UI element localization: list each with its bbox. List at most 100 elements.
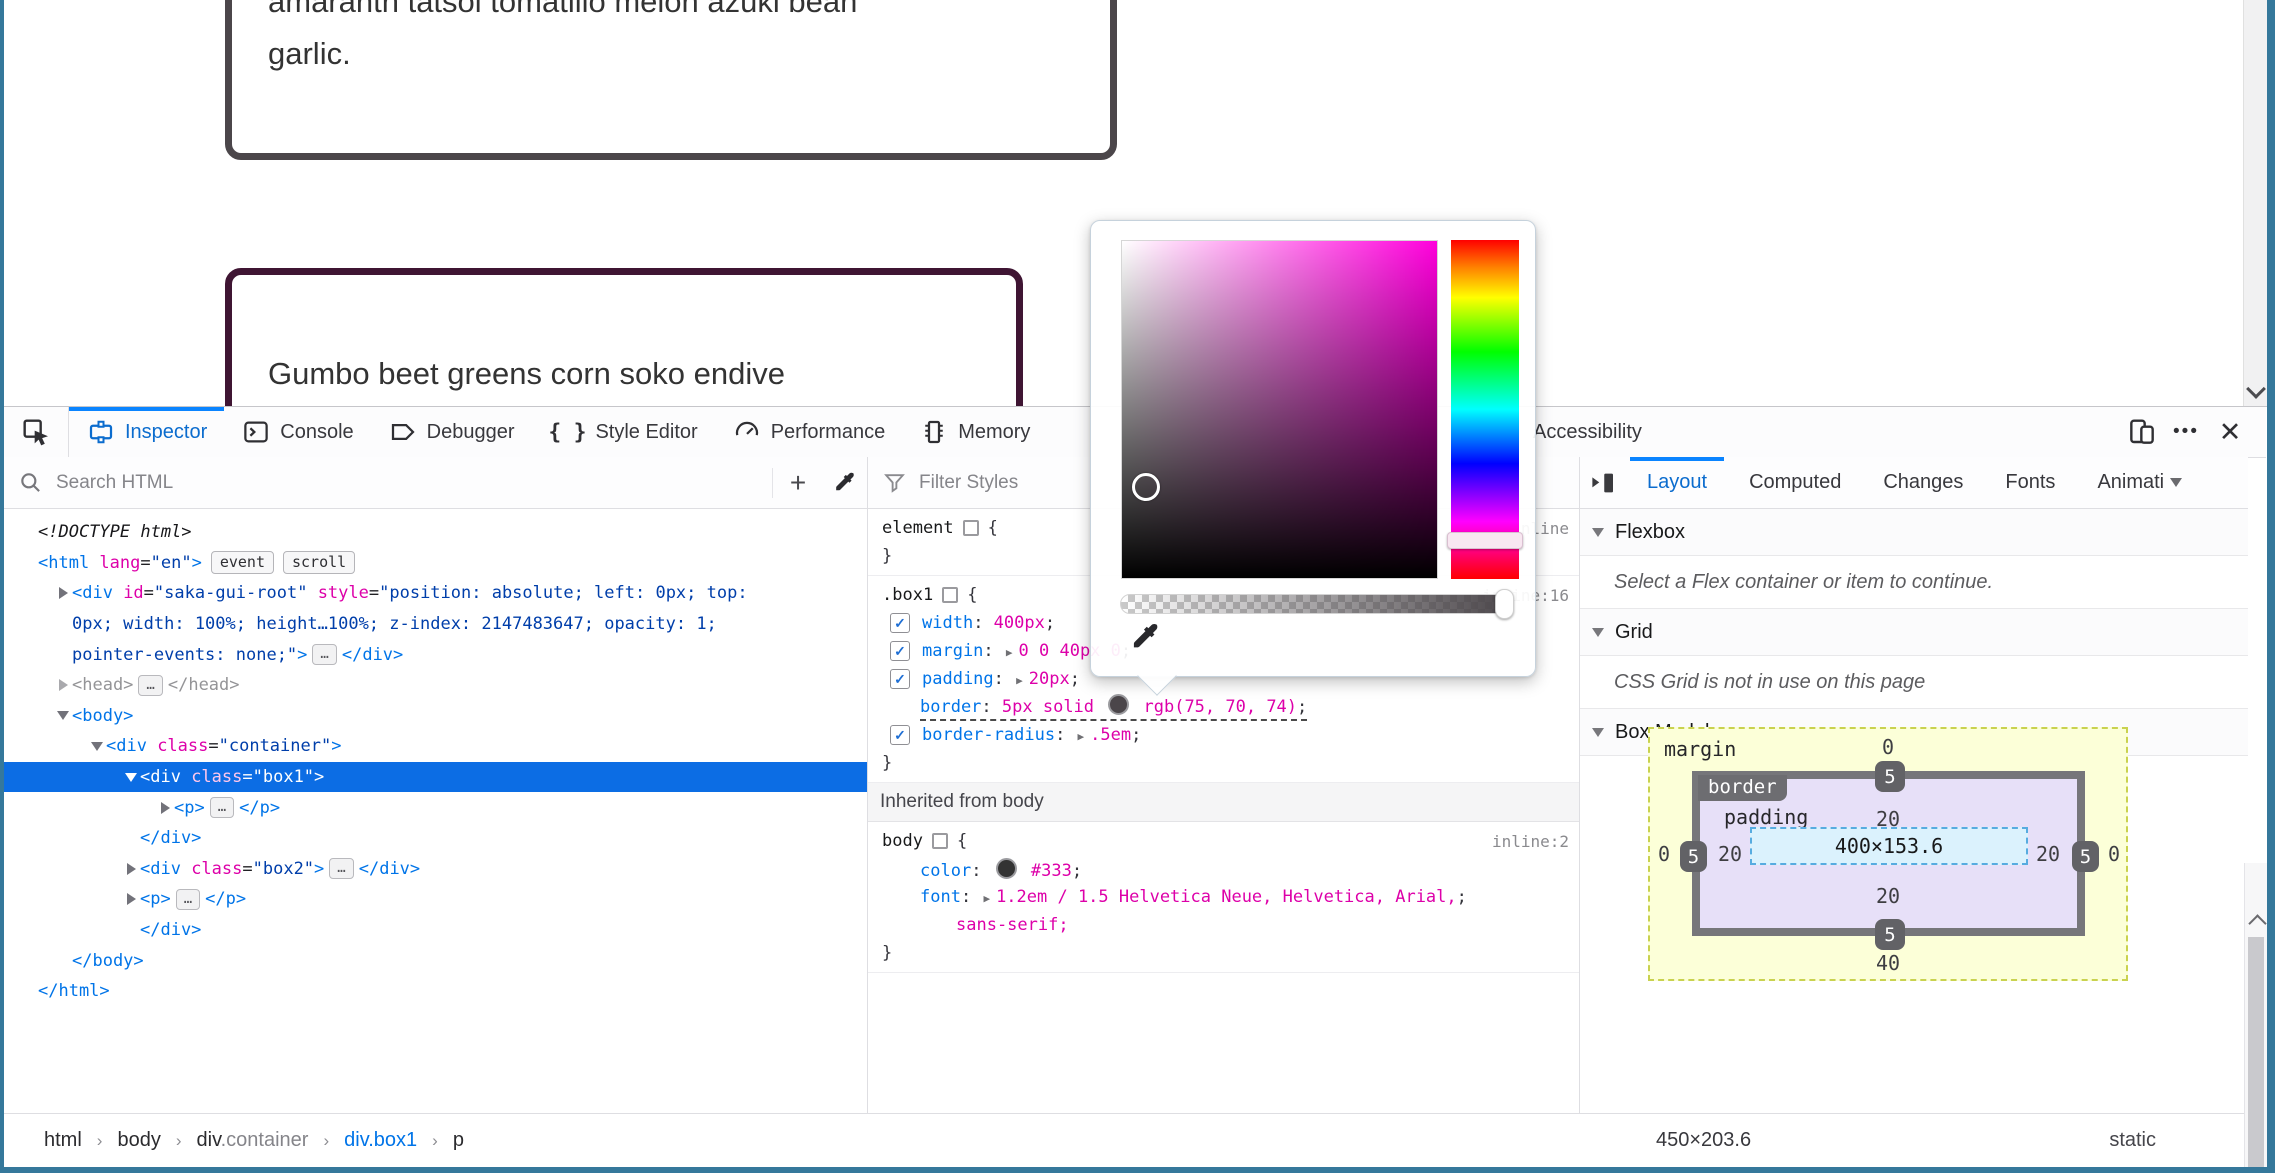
border-left-value[interactable]: 5 <box>1680 841 1707 872</box>
expand-arrow-icon[interactable]: ▶ <box>1006 646 1013 659</box>
box-model-content[interactable]: 400×153.6 <box>1750 827 2028 865</box>
sidebar-scrollbar[interactable] <box>2244 863 2267 1173</box>
margin-bottom-value[interactable]: 40 <box>1650 951 2126 975</box>
markup-line[interactable]: 0px; width: 100%; height…100%; z-index: … <box>4 609 867 640</box>
margin-left-value[interactable]: 0 <box>1658 842 1670 866</box>
markup-line[interactable]: pointer-events: none;" >… </div> <box>4 639 867 670</box>
markup-line[interactable]: <div class = "box2" >… </div> <box>4 854 867 885</box>
margin-right-value[interactable]: 0 <box>2108 842 2120 866</box>
node-badge[interactable]: event <box>210 551 274 575</box>
markup-line[interactable]: <!DOCTYPE html> <box>4 517 867 548</box>
collapse-arrow-icon[interactable] <box>88 742 106 751</box>
tab-accessibility[interactable]: Accessibility <box>1516 407 1659 457</box>
tab-computed[interactable]: Computed <box>1728 457 1862 508</box>
tab-animations[interactable]: Animati <box>2076 457 2168 508</box>
alpha-handle[interactable] <box>1495 589 1514 619</box>
breadcrumb-item-html[interactable]: html <box>44 1129 82 1152</box>
property-checkbox[interactable]: ✓ <box>890 669 910 689</box>
alpha-slider[interactable] <box>1120 594 1514 614</box>
flexbox-section-header[interactable]: Flexbox <box>1580 509 2248 556</box>
tab-inspector[interactable]: Inspector <box>69 407 225 457</box>
add-node-button[interactable]: + <box>775 457 821 508</box>
tab-changes[interactable]: Changes <box>1862 457 1984 508</box>
ellipsis-expander[interactable]: … <box>138 674 163 696</box>
ellipsis-expander[interactable]: … <box>329 858 354 880</box>
border-right-value[interactable]: 5 <box>2072 841 2099 872</box>
responsive-design-button[interactable] <box>2120 407 2164 457</box>
color-swatch[interactable] <box>995 857 1017 879</box>
picker-eyedropper-button[interactable] <box>1127 619 1163 660</box>
markup-line[interactable]: </div> <box>4 915 867 946</box>
padding-right-value[interactable]: 20 <box>2036 842 2060 866</box>
expand-arrow-icon[interactable] <box>54 587 72 599</box>
ellipsis-expander[interactable]: … <box>312 644 337 666</box>
markup-line[interactable]: <p>… </p> <box>4 884 867 915</box>
saturation-handle[interactable] <box>1132 473 1160 501</box>
markup-line[interactable]: </html> <box>4 976 867 1007</box>
box-model-diagram[interactable]: margin 0 padding 400×153.6 border 5 5 5 … <box>1648 727 2128 981</box>
breadcrumb-item-body[interactable]: body <box>117 1129 160 1152</box>
collapse-arrow-icon[interactable] <box>54 711 72 720</box>
color-swatch[interactable] <box>1108 693 1130 715</box>
markup-line[interactable]: <head>… </head> <box>4 670 867 701</box>
breadcrumb-item-div-container[interactable]: div.container <box>197 1129 309 1152</box>
scroll-up-icon[interactable] <box>2248 914 2267 933</box>
scroll-down-icon[interactable] <box>2246 379 2266 399</box>
rule-selector[interactable]: body{inline:2 <box>868 827 1579 855</box>
grid-section-header[interactable]: Grid <box>1580 609 2248 656</box>
property-checkbox[interactable]: ✓ <box>890 641 910 661</box>
markup-line[interactable]: <body> <box>4 701 867 732</box>
collapse-arrow-icon[interactable] <box>122 773 140 782</box>
tabs-overflow-button[interactable] <box>2170 474 2183 492</box>
expand-arrow-icon[interactable]: ▶ <box>983 892 990 905</box>
property-checkbox[interactable]: ✓ <box>890 725 910 745</box>
meatball-menu-button[interactable]: ••• <box>2164 407 2208 457</box>
rule-source-link[interactable]: inline:2 <box>1492 832 1569 851</box>
breadcrumb-item-p[interactable]: p <box>453 1129 464 1152</box>
tab-style-editor[interactable]: { } Style Editor <box>532 407 715 457</box>
expand-arrow-icon[interactable]: ▶ <box>1016 674 1023 687</box>
tab-layout[interactable]: Layout <box>1626 457 1728 508</box>
tab-performance[interactable]: Performance <box>715 407 903 457</box>
expand-arrow-icon[interactable] <box>122 863 140 875</box>
eyedropper-button[interactable] <box>821 457 867 508</box>
page-scrollbar[interactable] <box>2243 0 2267 406</box>
expand-arrow-icon[interactable] <box>156 802 174 814</box>
ellipsis-expander[interactable]: … <box>175 888 201 910</box>
highlight-target-icon[interactable] <box>942 587 959 603</box>
markup-line[interactable]: <div class = "container" > <box>4 731 867 762</box>
highlight-target-icon[interactable] <box>962 520 979 536</box>
markup-line[interactable]: </div> <box>4 823 867 854</box>
border-bottom-value[interactable]: 5 <box>1875 919 1905 950</box>
markup-line[interactable]: </body> <box>4 945 867 976</box>
tab-console[interactable]: Console <box>224 407 370 457</box>
ellipsis-expander[interactable]: … <box>209 797 235 819</box>
padding-left-value[interactable]: 20 <box>1718 842 1742 866</box>
padding-top-value[interactable]: 20 <box>1650 807 2126 831</box>
scrollbar-thumb[interactable] <box>2248 937 2264 1173</box>
breadcrumb-item-div-box1[interactable]: div.box1 <box>344 1129 417 1152</box>
css-property-color[interactable]: color: #333; <box>868 855 1579 883</box>
hue-slider[interactable] <box>1447 240 1523 579</box>
padding-bottom-value[interactable]: 20 <box>1650 884 2126 908</box>
css-property-font[interactable]: font: ▶ 1.2em / 1.5 Helvetica Neue, Helve… <box>868 883 1579 911</box>
markup-line[interactable]: <html lang = "en" > event scroll <box>4 548 867 579</box>
highlight-target-icon[interactable] <box>931 833 948 849</box>
margin-top-value[interactable]: 0 <box>1650 735 2126 759</box>
node-picker-button[interactable] <box>4 407 68 457</box>
expand-arrow-icon[interactable] <box>54 679 72 691</box>
node-badge[interactable]: scroll <box>282 551 356 575</box>
hue-handle[interactable] <box>1447 532 1523 549</box>
border-top-value[interactable]: 5 <box>1875 761 1905 792</box>
css-property-border[interactable]: border: 5px solid rgb(75, 70, 74); <box>868 693 1579 721</box>
markup-line-selected[interactable]: <div class = "box1" > <box>4 761 867 793</box>
property-checkbox[interactable]: ✓ <box>890 613 910 633</box>
search-html-input[interactable] <box>54 470 770 495</box>
expand-arrow-icon[interactable] <box>122 893 140 905</box>
css-property-border-radius[interactable]: ✓ border-radius: ▶ .5em; <box>868 721 1579 749</box>
markup-line[interactable]: <div id = "saka-gui-root" style = "position:… <box>4 578 867 609</box>
sidebar-toggle-button[interactable] <box>1580 457 1626 508</box>
tab-debugger[interactable]: Debugger <box>371 407 532 457</box>
markup-line[interactable]: <p>… </p> <box>4 792 867 823</box>
tab-memory[interactable]: Memory <box>902 407 1047 457</box>
